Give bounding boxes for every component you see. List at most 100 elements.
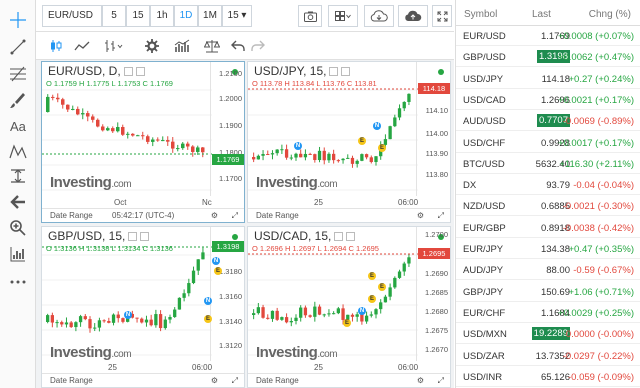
watchlist-row[interactable]: USD/JPY 114.18 +0.27 (+0.24%) (456, 69, 640, 89)
earnings-event-icon[interactable]: E (343, 319, 351, 327)
candle-body (64, 322, 69, 325)
crosshair-icon[interactable] (0, 8, 36, 32)
watchlist-row[interactable]: GBP/JPY 150.69 +1.06 (+0.71%) (456, 282, 640, 302)
news-event-icon[interactable]: N (358, 307, 366, 315)
candles-icon[interactable] (46, 36, 66, 56)
price-chart[interactable] (248, 227, 418, 361)
earnings-event-icon[interactable]: E (378, 144, 386, 152)
chart-panel-usdcad[interactable]: USD/CAD, 15, O 1.2696 H 1.2697 L 1.2694 … (247, 226, 451, 388)
watchlist-row[interactable]: NZD/USD 0.6885 -0.0021 (-0.30%) (456, 196, 640, 217)
compare-icon[interactable] (200, 36, 224, 56)
news-event-icon[interactable]: N (212, 257, 220, 265)
undo-icon[interactable] (228, 36, 248, 56)
brush-icon[interactable] (0, 88, 36, 112)
trendline-icon[interactable] (0, 35, 36, 59)
text-icon[interactable]: Aa (0, 114, 36, 138)
candle-body (171, 141, 175, 149)
row-symbol: EUR/USD (463, 31, 506, 42)
indicators-icon[interactable] (170, 36, 194, 56)
line-chart-icon[interactable] (72, 36, 92, 56)
row-symbol: USD/CAD (463, 94, 506, 106)
fib-icon[interactable] (0, 62, 36, 86)
chart-panel-gbpusd[interactable]: GBP/USD, 15, O 1.3136 H 1.3138 L 1.3134 … (41, 226, 245, 388)
watchlist-row[interactable]: DX 93.79 -0.04 (-0.04%) (456, 175, 640, 196)
candle-body (149, 319, 153, 326)
arrow-back-icon[interactable] (0, 190, 36, 214)
candle-body (151, 139, 155, 142)
candle-body (81, 113, 85, 115)
news-event-icon[interactable]: N (294, 142, 302, 150)
news-event-icon[interactable]: N (373, 122, 381, 130)
cloud-upload-icon[interactable] (398, 5, 428, 27)
date-range-button[interactable]: Date Range (256, 376, 299, 385)
gear-icon[interactable]: ⚙ (417, 374, 424, 387)
watchlist-row[interactable]: AUD/JPY 88.00 -0.59 (-0.67%) (456, 260, 640, 281)
row-change: +0.27 (+0.24%) (568, 73, 635, 85)
symbol-input[interactable]: EUR/USD (42, 5, 102, 27)
cloud-download-icon[interactable] (364, 5, 394, 27)
interval-select[interactable]: 15 ▾ (222, 5, 252, 27)
watchlist-row[interactable]: GBP/USD 1.3198 +0.0062 (+0.47%) (456, 47, 640, 68)
gear-icon[interactable]: ⚙ (211, 374, 218, 387)
redo-icon[interactable] (248, 36, 268, 56)
price-chart[interactable] (42, 227, 212, 361)
earnings-event-icon[interactable]: E (204, 315, 212, 323)
chart-panel-eurusd[interactable]: EUR/USD, D, O 1.1759 H 1.1775 L 1.1753 C… (41, 61, 245, 223)
header-change[interactable]: Chng (%) (589, 9, 631, 20)
news-event-icon[interactable]: N (204, 297, 212, 305)
header-symbol[interactable]: Symbol (464, 9, 497, 20)
price-axis: 1.3180 1.3160 1.3140 1.3120 1.3198 (210, 227, 244, 361)
interval-1m[interactable]: 1M (198, 5, 222, 27)
watchlist-row[interactable]: BTC/USD 5632.40 +116.30 (+2.11%) (456, 154, 640, 174)
indicators-icon[interactable] (0, 242, 36, 266)
watchlist-row[interactable]: USD/CHF 0.9928 +0.0017 (+0.17%) (456, 133, 640, 153)
interval-1h[interactable]: 1h (150, 5, 174, 27)
camera-icon[interactable] (298, 5, 322, 27)
layout-icon[interactable] (328, 5, 358, 27)
earnings-event-icon[interactable]: E (214, 267, 222, 275)
candle-body (196, 147, 200, 152)
watchlist-row[interactable]: EUR/USD 1.1769 +0.0008 (+0.07%) (456, 26, 640, 46)
news-event-icon[interactable]: N (124, 311, 132, 319)
zoom-icon[interactable] (0, 216, 36, 240)
bars-icon[interactable] (100, 36, 128, 56)
pattern-icon[interactable] (0, 140, 36, 164)
chart-panel-usdjpy[interactable]: USD/JPY, 15, O 113.78 H 113.84 L 113.76 … (247, 61, 451, 223)
time-label: Oct (114, 198, 127, 207)
watchlist-row[interactable]: USD/ZAR 13.7352 -0.0297 (-0.22%) (456, 346, 640, 366)
watchlist-row[interactable]: AUD/USD 0.7707 -0.0069 (-0.89%) (456, 111, 640, 132)
measure-icon[interactable] (0, 164, 36, 188)
row-last: 114.18 (541, 73, 570, 85)
gear-icon[interactable]: ⚙ (211, 209, 218, 222)
fullscreen-icon[interactable] (432, 5, 452, 27)
date-range-button[interactable]: Date Range (50, 376, 93, 385)
expand-icon[interactable]: ⤢ (232, 374, 238, 387)
watchlist-row[interactable]: EUR/GBP 0.8918 -0.0038 (-0.42%) (456, 218, 640, 238)
investing-logo: Investing.com (50, 174, 132, 191)
header-last[interactable]: Last (532, 9, 551, 20)
watchlist-row[interactable]: USD/INR 65.126 -0.059 (-0.09%) (456, 367, 640, 387)
earnings-event-icon[interactable]: E (368, 272, 376, 280)
expand-icon[interactable]: ⤢ (438, 374, 444, 387)
candle-body (374, 309, 378, 315)
row-symbol: BTC/USD (463, 158, 505, 170)
interval-1d[interactable]: 1D (174, 5, 198, 27)
watchlist-row[interactable]: EUR/CHF 1.1684 +0.0029 (+0.25%) (456, 303, 640, 323)
date-range-button[interactable]: Date Range (256, 211, 299, 220)
earnings-event-icon[interactable]: E (368, 295, 376, 303)
watchlist-row[interactable]: EUR/JPY 134.38 +0.47 (+0.35%) (456, 239, 640, 259)
interval-15[interactable]: 15 (126, 5, 150, 27)
interval-5[interactable]: 5 (102, 5, 126, 27)
expand-icon[interactable]: ⤢ (232, 209, 238, 222)
more-icon[interactable] (0, 270, 36, 294)
earnings-event-icon[interactable]: E (358, 137, 366, 145)
earnings-event-icon[interactable]: E (378, 283, 386, 291)
candle-body (252, 157, 256, 160)
watchlist-row[interactable]: USD/MXN 19.2289 0.0000 (-0.00%) (456, 324, 640, 345)
current-price-label: 1.1769 (212, 154, 244, 165)
date-range-button[interactable]: Date Range (50, 211, 93, 220)
expand-icon[interactable]: ⤢ (438, 209, 444, 222)
gear-icon[interactable]: ⚙ (417, 209, 424, 222)
watchlist-row[interactable]: USD/CAD 1.2696 +0.0021 (+0.17%) (456, 90, 640, 110)
settings-icon[interactable] (142, 36, 162, 56)
